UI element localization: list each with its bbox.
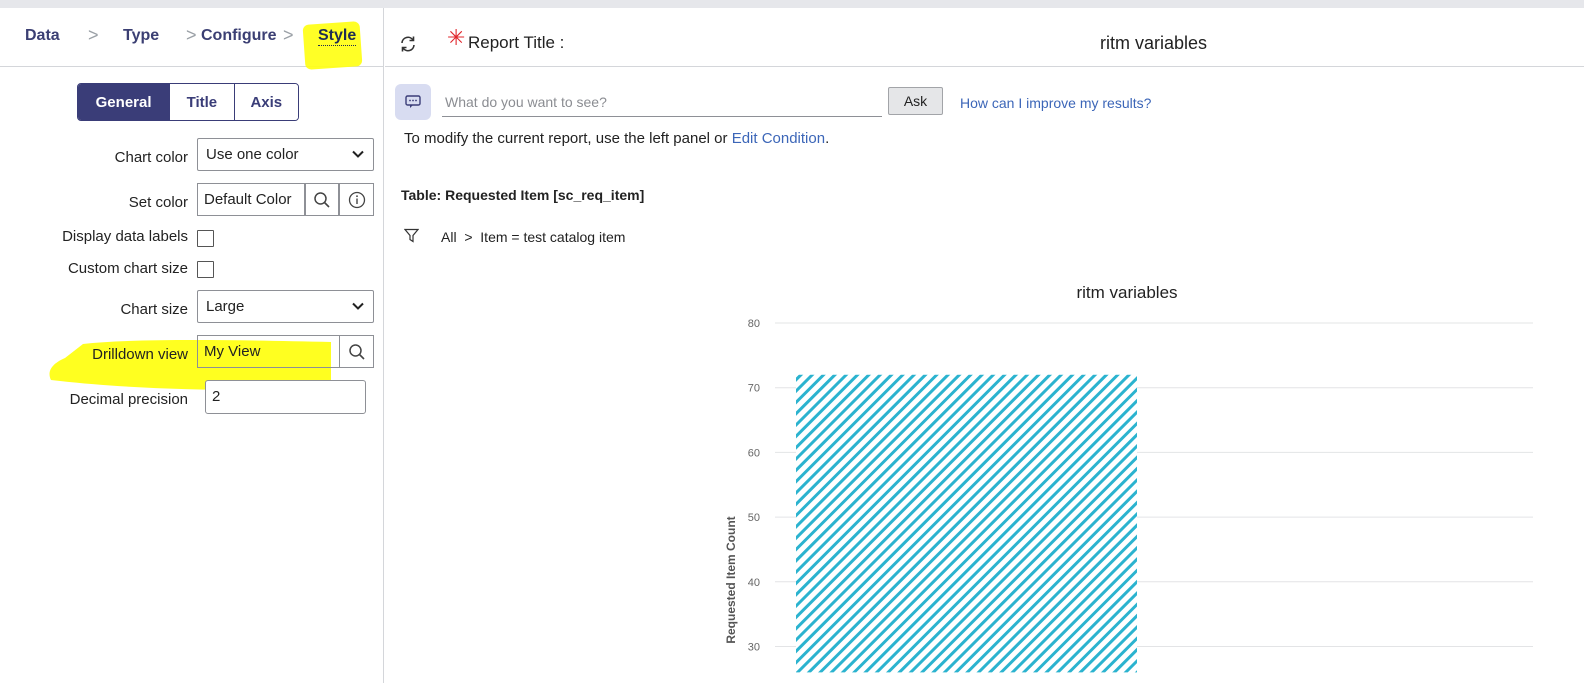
improve-results-link[interactable]: How can I improve my results?: [960, 95, 1151, 111]
style-panel: Data > Type > Configure > Style General …: [0, 8, 384, 683]
report-title-label: Report Title :: [468, 33, 565, 52]
drilldown-search-button[interactable]: [339, 335, 374, 368]
top-strip: [0, 0, 1584, 8]
search-icon: [348, 343, 365, 360]
set-color-field[interactable]: Default Color: [197, 183, 305, 216]
required-icon: ✳: [447, 25, 466, 50]
chevron-down-icon: [352, 150, 364, 158]
search-button[interactable]: [305, 183, 339, 216]
filter-breadcrumb[interactable]: All > Item = test catalog item: [441, 229, 625, 245]
chart-title: ritm variables: [1076, 283, 1177, 302]
bar-chart: ritm variables 30 40 50 60 70 80 Requested It…: [700, 270, 1560, 683]
drilldown-view-field[interactable]: My View: [197, 335, 340, 368]
drilldown-view-label: Drilldown view: [92, 346, 188, 363]
modify-hint-end: .: [825, 130, 830, 147]
y-tick-label: 70: [748, 383, 760, 395]
chart-color-value: Use one color: [206, 146, 299, 163]
breadcrumb-type[interactable]: Type: [123, 27, 159, 45]
breadcrumb: Data > Type > Configure > Style: [0, 8, 383, 70]
display-data-labels-label: Display data labels: [62, 228, 188, 245]
edit-condition-link[interactable]: Edit Condition: [732, 130, 825, 147]
chart-canvas: ritm variables 30 40 50 60 70 80 Requested It…: [724, 283, 1533, 673]
chart-size-label: Chart size: [120, 301, 188, 318]
search-icon: [314, 191, 330, 208]
chart-size-value: Large: [206, 298, 245, 315]
filter-icon[interactable]: [404, 228, 419, 243]
chart-bars: [796, 374, 1137, 673]
breadcrumb-separator: >: [88, 25, 99, 45]
y-tick-label: 40: [748, 577, 760, 589]
info-icon: [348, 191, 365, 208]
ask-input[interactable]: [442, 88, 882, 117]
decimal-precision-label: Decimal precision: [69, 391, 188, 408]
refresh-icon[interactable]: [399, 35, 417, 53]
decimal-precision-field[interactable]: 2: [205, 380, 366, 414]
modify-hint-text: To modify the current report, use the le…: [404, 130, 728, 147]
ask-button[interactable]: Ask: [888, 87, 943, 115]
breadcrumb-configure[interactable]: Configure: [201, 27, 277, 45]
set-color-label: Set color: [128, 194, 188, 211]
custom-chart-size-label: Custom chart size: [67, 260, 188, 277]
tab-axis[interactable]: Axis: [233, 84, 298, 120]
report-title-bar: [385, 8, 1584, 67]
chart-size-select[interactable]: Large: [197, 290, 374, 323]
y-axis-label: Requested Item Count: [724, 516, 738, 643]
breadcrumb-data[interactable]: Data: [25, 27, 60, 45]
breadcrumb-separator: >: [283, 25, 294, 45]
chevron-down-icon: [352, 302, 364, 310]
tab-title[interactable]: Title: [169, 84, 234, 120]
y-tick-label: 60: [748, 447, 760, 459]
chart-color-label: Chart color: [114, 149, 188, 166]
info-button[interactable]: [339, 183, 374, 216]
y-tick-label: 80: [748, 318, 760, 330]
y-tick-label: 30: [748, 642, 760, 654]
ask-assistant-button[interactable]: [395, 84, 431, 120]
custom-chart-size-checkbox[interactable]: [197, 261, 214, 278]
y-tick-label: 50: [748, 512, 760, 524]
report-title-value[interactable]: ritm variables: [1100, 33, 1207, 54]
style-tabs: General Title Axis: [77, 83, 299, 121]
tab-general[interactable]: General: [78, 84, 170, 120]
chart-color-select[interactable]: Use one color: [197, 138, 374, 171]
bar[interactable]: [796, 374, 1137, 673]
breadcrumb-style[interactable]: Style: [318, 27, 357, 46]
chat-icon: [405, 95, 421, 108]
breadcrumb-separator: >: [186, 25, 197, 45]
display-data-labels-checkbox[interactable]: [197, 230, 214, 247]
modify-hint: To modify the current report, use the le…: [404, 130, 829, 147]
table-label: Table: Requested Item [sc_req_item]: [401, 187, 645, 203]
